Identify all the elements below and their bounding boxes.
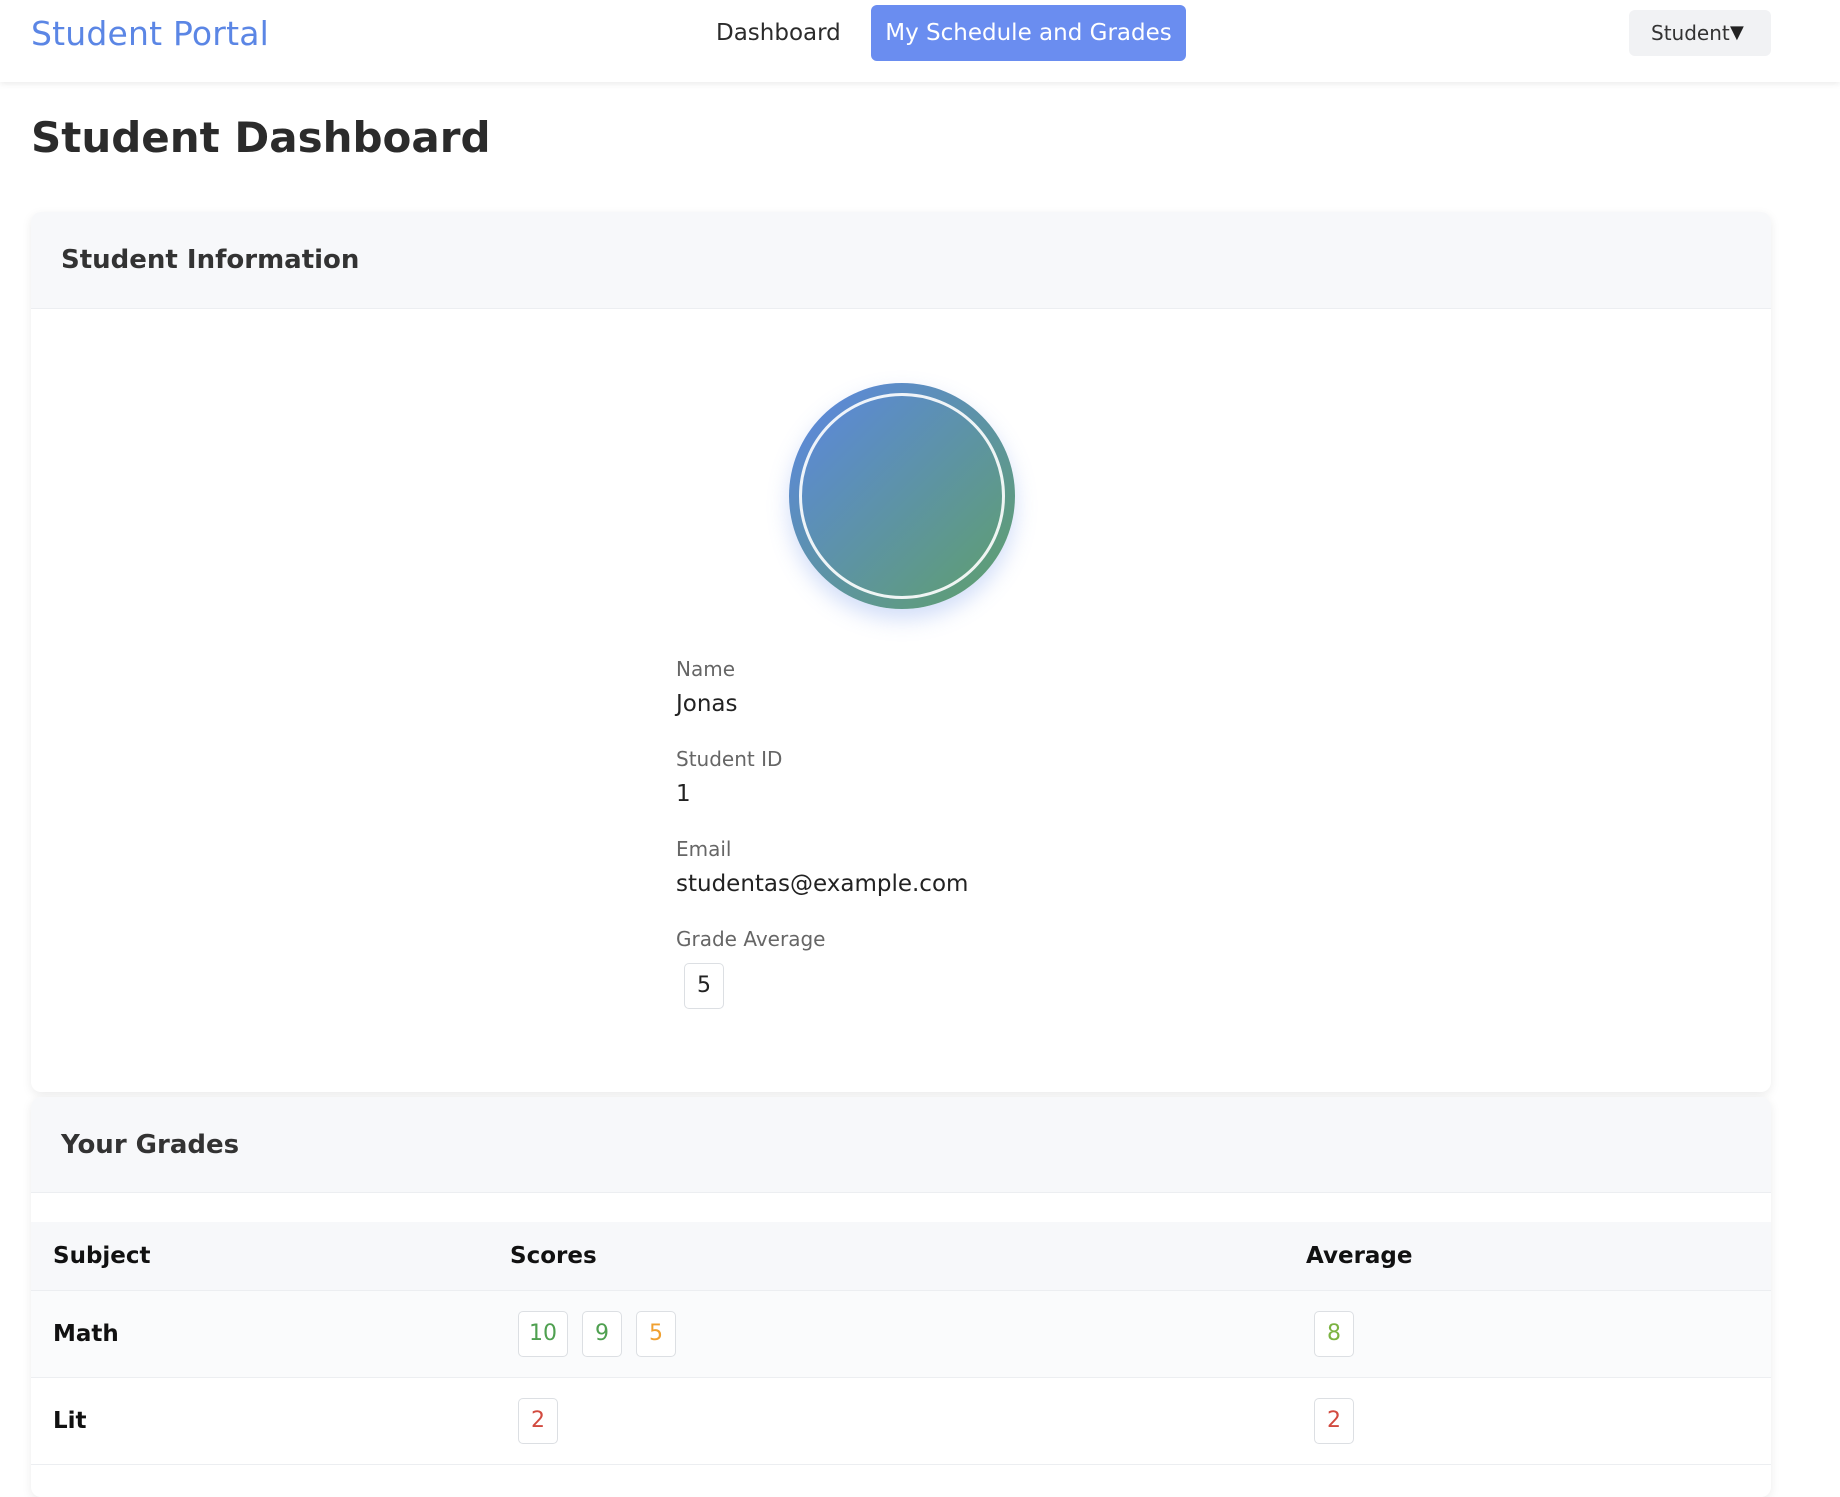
email-label: Email bbox=[676, 837, 732, 861]
table-row: Lit 2 2 bbox=[31, 1378, 1771, 1465]
average-cell: 8 bbox=[1306, 1291, 1354, 1377]
grades-table: Subject Scores Average Math 10 9 5 8 Lit… bbox=[31, 1222, 1771, 1465]
grade-average-badge: 5 bbox=[684, 963, 724, 1009]
field-name: Name Jonas bbox=[676, 657, 738, 717]
student-id-value: 1 bbox=[676, 781, 691, 807]
brand-logo[interactable]: Student Portal bbox=[31, 14, 269, 53]
student-info-heading: Student Information bbox=[31, 212, 1771, 309]
subject-cell: Lit bbox=[53, 1408, 87, 1434]
score-chip: 9 bbox=[582, 1311, 622, 1357]
top-navbar: Student Portal Dashboard My Schedule and… bbox=[0, 0, 1840, 82]
field-student-id: Student ID 1 bbox=[676, 747, 782, 807]
avatar bbox=[789, 383, 1015, 609]
student-info-card: Student Information Name Jonas Student I… bbox=[31, 212, 1771, 1092]
grades-card: Your Grades Subject Scores Average Math … bbox=[31, 1097, 1771, 1497]
field-email: Email studentas@example.com bbox=[676, 837, 968, 897]
column-header-subject: Subject bbox=[53, 1243, 151, 1269]
average-chip: 2 bbox=[1314, 1398, 1354, 1444]
nav-schedule-grades[interactable]: My Schedule and Grades bbox=[871, 5, 1186, 61]
field-grade-average: Grade Average 5 bbox=[676, 927, 825, 1009]
nav-dashboard[interactable]: Dashboard bbox=[694, 5, 863, 61]
average-cell: 2 bbox=[1306, 1378, 1354, 1464]
user-menu-label: Student bbox=[1651, 21, 1730, 45]
name-value: Jonas bbox=[676, 691, 738, 717]
caret-down-icon: ▼ bbox=[1730, 22, 1744, 43]
score-chip: 2 bbox=[518, 1398, 558, 1444]
score-chip: 5 bbox=[636, 1311, 676, 1357]
grade-average-label: Grade Average bbox=[676, 927, 826, 951]
email-value: studentas@example.com bbox=[676, 871, 969, 897]
avatar-ring bbox=[799, 393, 1005, 599]
scores-cell: 2 bbox=[510, 1378, 572, 1464]
page-title: Student Dashboard bbox=[31, 113, 491, 162]
table-header-row: Subject Scores Average bbox=[31, 1222, 1771, 1291]
name-label: Name bbox=[676, 657, 736, 681]
student-id-label: Student ID bbox=[676, 747, 783, 771]
user-menu-dropdown[interactable]: Student ▼ bbox=[1629, 10, 1771, 56]
grades-heading: Your Grades bbox=[31, 1097, 1771, 1193]
table-row: Math 10 9 5 8 bbox=[31, 1291, 1771, 1378]
scores-cell: 10 9 5 bbox=[510, 1291, 690, 1377]
column-header-scores: Scores bbox=[510, 1243, 597, 1269]
average-chip: 8 bbox=[1314, 1311, 1354, 1357]
column-header-average: Average bbox=[1306, 1243, 1413, 1269]
subject-cell: Math bbox=[53, 1321, 119, 1347]
score-chip: 10 bbox=[518, 1311, 568, 1357]
